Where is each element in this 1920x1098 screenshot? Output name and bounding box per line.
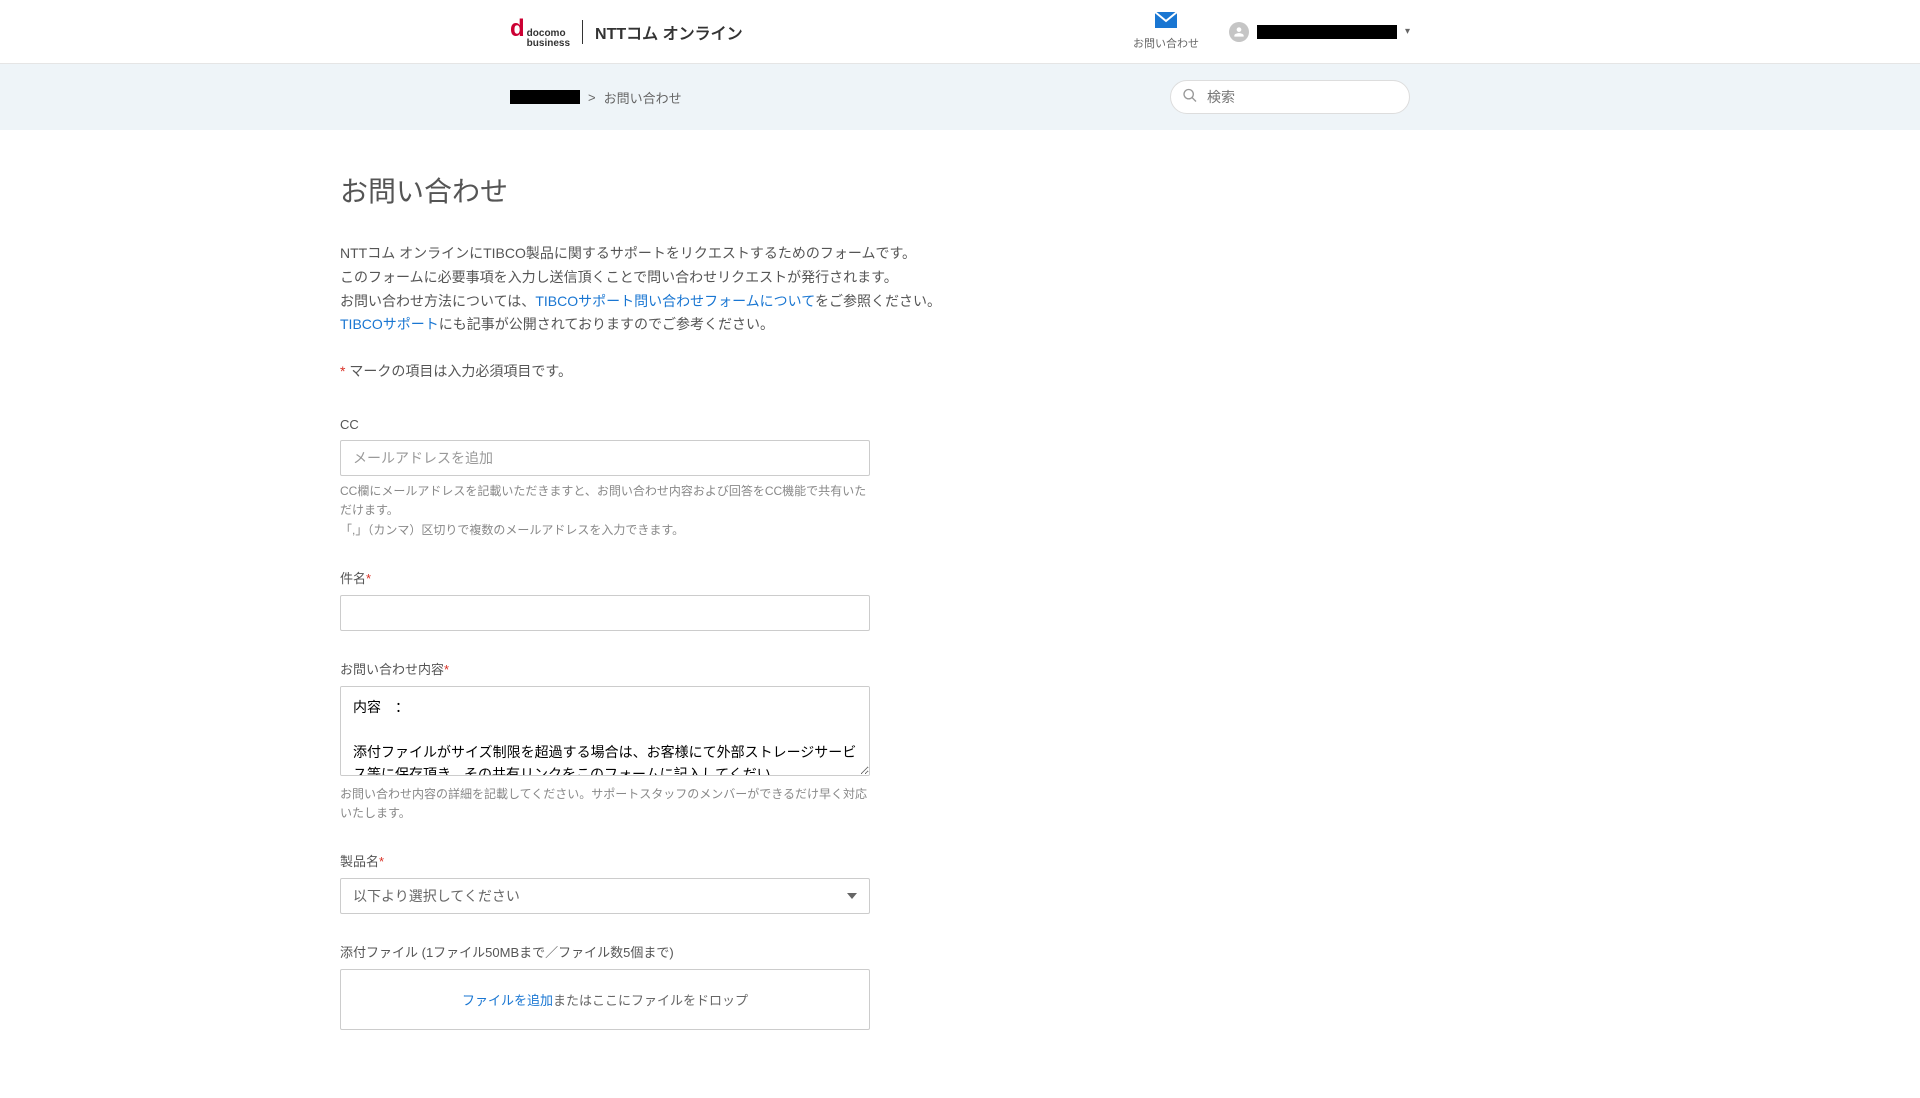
attachment-label: 添付ファイル (1ファイル50MBまで／ファイル数5個まで) — [340, 942, 1150, 961]
docomo-d-icon: d — [510, 15, 525, 43]
user-name — [1257, 25, 1397, 39]
required-note: * マークの項目は入力必須項目です。 — [340, 361, 1150, 381]
logo-docomo-text: docomo — [527, 29, 570, 39]
search-input[interactable] — [1170, 80, 1410, 114]
form-group-subject: 件名* — [340, 568, 1150, 631]
page-title: お問い合わせ — [340, 170, 1150, 210]
cc-label: CC — [340, 417, 1150, 432]
content-textarea[interactable] — [340, 686, 870, 776]
form-group-product: 製品名* 以下より選択してください — [340, 851, 1150, 914]
logo-divider — [582, 20, 583, 44]
form-group-attachment: 添付ファイル (1ファイル50MBまで／ファイル数5個まで) ファイルを追加また… — [340, 942, 1150, 1030]
content-hint: お問い合わせ内容の詳細を記載してください。サポートスタッフのメンバーができるだけ… — [340, 785, 870, 823]
subject-input[interactable] — [340, 595, 870, 631]
intro-line2: このフォームに必要事項を入力し送信頂くことで問い合わせリクエストが発行されます。 — [340, 266, 1150, 290]
dropzone-text: またはここにファイルをドロップ — [553, 993, 748, 1008]
chevron-down-icon: ▾ — [1405, 26, 1410, 37]
main-content: お問い合わせ NTTコム オンラインにTIBCO製品に関するサポートをリクエスト… — [320, 130, 1170, 1098]
cc-input[interactable] — [340, 440, 870, 476]
product-select[interactable]: 以下より選択してください — [340, 878, 870, 914]
breadcrumb-current: お問い合わせ — [604, 88, 682, 107]
main-header: d docomo business NTTコム オンライン お問い合わせ — [0, 0, 1920, 64]
intro-line4-suffix: にも記事が公開されておりますのでご参考ください。 — [439, 316, 774, 332]
subject-label: 件名* — [340, 568, 1150, 587]
contact-link[interactable]: お問い合わせ — [1133, 12, 1199, 51]
add-file-link[interactable]: ファイルを追加 — [462, 993, 553, 1008]
avatar-icon — [1229, 22, 1249, 42]
form-group-content: お問い合わせ内容* お問い合わせ内容の詳細を記載してください。サポートスタッフの… — [340, 659, 1150, 823]
subheader: > お問い合わせ — [0, 64, 1920, 130]
breadcrumb-separator: > — [588, 90, 596, 105]
cc-hint: CC欄にメールアドレスを記載いただきますと、お問い合わせ内容および回答をCC機能… — [340, 482, 870, 540]
search-icon — [1182, 88, 1198, 107]
intro-line1: NTTコム オンラインにTIBCO製品に関するサポートをリクエストするためのフォ… — [340, 242, 1150, 266]
breadcrumb: > お問い合わせ — [510, 88, 682, 107]
intro-line3-suffix: をご参照ください。 — [815, 293, 941, 309]
intro-line3-prefix: お問い合わせ方法については、 — [340, 293, 535, 309]
logo-ntt-text: NTTコム オンライン — [595, 20, 743, 44]
form-group-cc: CC CC欄にメールアドレスを記載いただきますと、お問い合わせ内容および回答をC… — [340, 417, 1150, 540]
mail-icon — [1155, 12, 1177, 31]
logo-area[interactable]: d docomo business NTTコム オンライン — [210, 15, 743, 49]
intro-link-tibco-support[interactable]: TIBCOサポート — [340, 316, 439, 332]
contact-label: お問い合わせ — [1133, 35, 1199, 51]
intro-text: NTTコム オンラインにTIBCO製品に関するサポートをリクエストするためのフォ… — [340, 242, 1150, 337]
intro-link-form-about[interactable]: TIBCOサポート問い合わせフォームについて — [535, 293, 815, 309]
logo-business-text: business — [527, 39, 570, 49]
attachment-dropzone[interactable]: ファイルを追加またはここにファイルをドロップ — [340, 969, 870, 1030]
user-menu[interactable]: ▾ — [1229, 22, 1410, 42]
content-label: お問い合わせ内容* — [340, 659, 1150, 678]
product-label: 製品名* — [340, 851, 1150, 870]
breadcrumb-root[interactable] — [510, 90, 580, 104]
search-box — [1170, 80, 1410, 114]
